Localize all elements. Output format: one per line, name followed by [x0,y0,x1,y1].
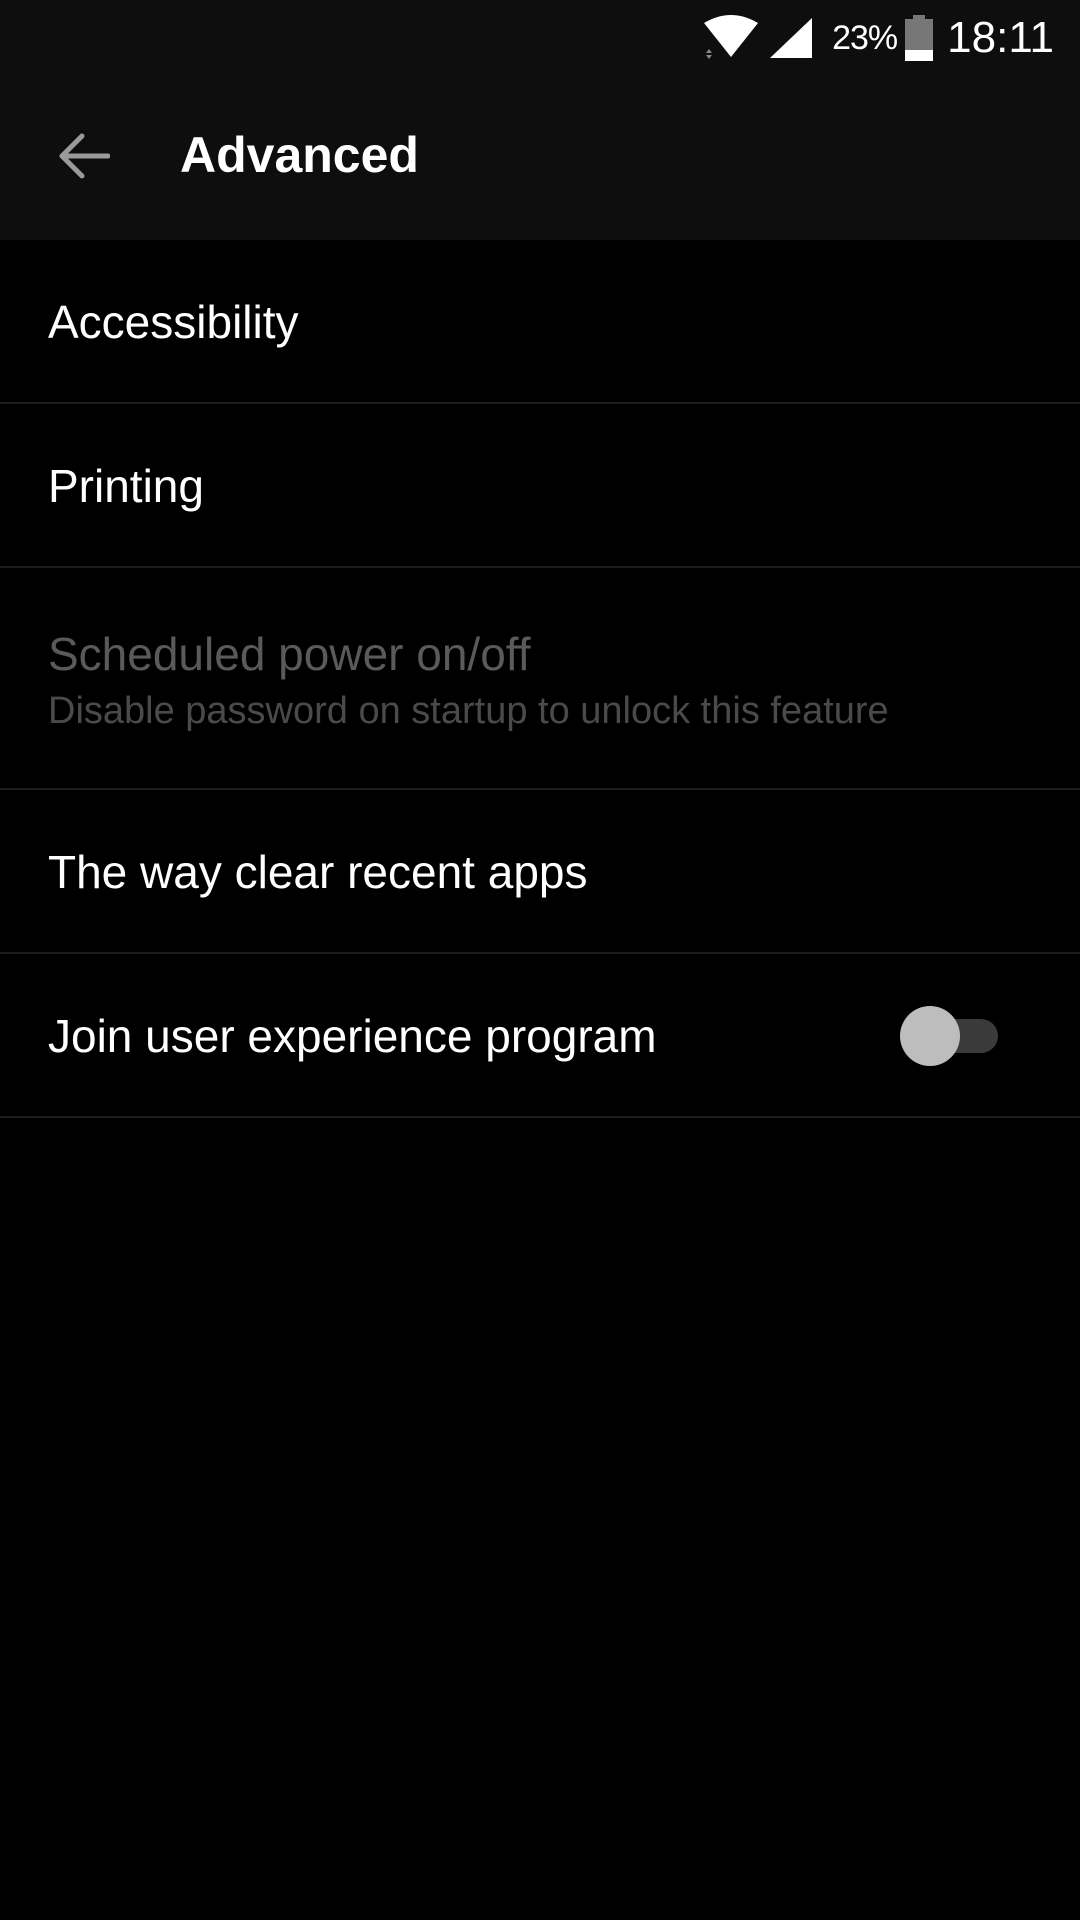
settings-item-label: Accessibility [48,296,299,348]
wifi-icon [704,15,759,59]
back-button[interactable] [44,116,124,196]
user-experience-toggle[interactable] [900,1006,1000,1066]
arrow-back-icon [59,133,110,179]
settings-item-label: Scheduled power on/off [48,628,531,680]
settings-list: Accessibility Printing Scheduled power o… [0,240,1080,1118]
settings-item-label: The way clear recent apps [48,846,588,898]
settings-item-scheduled-power: Scheduled power on/off Disable password … [0,568,1080,790]
status-bar: 23% 18:11 [0,0,1080,75]
settings-item-label: Printing [48,460,204,512]
settings-item-user-experience-program[interactable]: Join user experience program [0,954,1080,1118]
app-bar: Advanced [0,75,1080,240]
cell-signal-icon [770,18,813,58]
status-icons: 23% 18:11 [702,8,1054,68]
settings-item-accessibility[interactable]: Accessibility [0,240,1080,404]
battery-icon [905,15,934,61]
settings-item-label: Join user experience program [48,1010,657,1062]
clock: 18:11 [947,13,1054,62]
settings-item-printing[interactable]: Printing [0,404,1080,568]
page-title: Advanced [180,127,419,183]
toggle-thumb [900,1006,960,1066]
settings-item-clear-recent-apps[interactable]: The way clear recent apps [0,790,1080,954]
battery-percent: 23% [832,18,898,57]
settings-item-summary: Disable password on startup to unlock th… [48,690,889,732]
